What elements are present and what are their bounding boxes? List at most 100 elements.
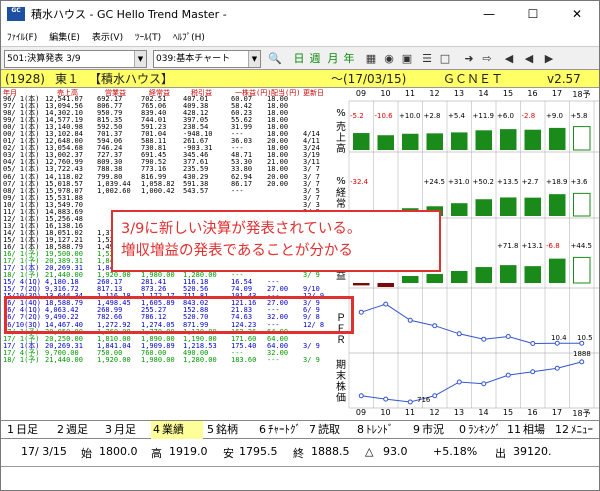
app-icon: GC (7, 7, 25, 21)
tab-0[interactable]: 1 日足 (5, 421, 53, 439)
change-percent: +5.18% (433, 445, 478, 458)
pct-label: +13.1 (521, 242, 543, 250)
close-button[interactable]: ✕ (555, 1, 599, 27)
chart-select[interactable]: 039:基本チャート ▼ (153, 50, 261, 68)
tab-label: 市況 (422, 423, 444, 436)
monthly-icon[interactable]: 月 (325, 51, 341, 67)
sales-axis-label: 売上高 (336, 122, 346, 155)
app-window: GC 積水ハウス - GC Hello Trend Master - — ☐ ✕… (0, 0, 600, 491)
menu-edit[interactable]: 編集(E) (43, 30, 86, 43)
price-point-5 (481, 381, 487, 387)
ordinary-axis-label: 経常 (336, 188, 346, 210)
version-label: v2.57 (547, 72, 581, 86)
tab-label: 業績 (162, 423, 184, 436)
table-cell: --- (231, 186, 244, 195)
callout-line-1: 3/9に新しい決算が発表されている。 (121, 221, 362, 237)
tab-8[interactable]: 9 市況 (411, 421, 455, 439)
tab-label: ﾒﾆｭｰ (571, 423, 593, 436)
globe-icon[interactable]: ◉ (381, 51, 397, 67)
grid-icon[interactable]: ▦ (363, 51, 379, 67)
bar-0-0 (353, 133, 370, 150)
year-label: 17 (551, 408, 563, 417)
low-label: 安 (223, 447, 234, 460)
screen-select[interactable]: 501:決算発表 3/9 ▼ (4, 50, 147, 68)
year-label: 09 (355, 408, 367, 417)
year-label: 13 (453, 408, 465, 417)
status-bar: 17/ 3/15 始 1800.0 高 1919.0 安 1795.5 終 18… (1, 439, 599, 467)
tab-label: ﾄﾚﾝﾄﾞ (366, 423, 394, 436)
pct-label: +71.8 (497, 242, 519, 250)
pct-label: +9.0 (546, 112, 563, 120)
year-footer: 09 10 11 12 13 14 15 16 17 18予 (333, 408, 599, 420)
bar-0-3 (426, 133, 443, 150)
box-icon[interactable]: □ (437, 51, 453, 67)
menu-file[interactable]: ﾌｧｲﾙ(F) (1, 30, 43, 43)
daily-icon[interactable]: 日 (291, 51, 307, 67)
tab-4[interactable]: 5 銘柄 (205, 421, 255, 439)
table-cell: 3/ 9 (303, 355, 320, 364)
low-value: 1795.5 (239, 445, 278, 458)
bar-2-7 (524, 266, 541, 283)
tab-3[interactable]: 4 業績 (151, 421, 203, 439)
forward-icon[interactable]: ⇨ (479, 51, 495, 67)
bar-0-4 (451, 132, 468, 150)
search-icon[interactable]: 🔍 (267, 51, 283, 67)
tab-7[interactable]: 8 ﾄﾚﾝﾄﾞ (355, 421, 409, 439)
monitor-icon[interactable]: ▣ (399, 51, 415, 67)
minimize-button[interactable]: — (467, 1, 511, 27)
tab-11[interactable]: 12 ﾒﾆｭｰ (553, 421, 597, 439)
menu-tools[interactable]: ﾂｰﾙ(T) (129, 30, 167, 43)
tab-10[interactable]: 11相場概況 (505, 421, 551, 454)
bar-2-2 (402, 276, 419, 283)
status-date: 17/ 3/15 (21, 445, 67, 458)
pct-label: +5.4 (448, 112, 465, 120)
menu-help[interactable]: ﾍﾙﾌﾟ(H) (167, 30, 211, 43)
year-label: 16 (527, 408, 538, 417)
per-point-3 (432, 323, 438, 329)
weekly-icon[interactable]: 週 (307, 51, 323, 67)
bar-0-7 (524, 129, 541, 150)
menu-view[interactable]: 表示(V) (86, 30, 129, 43)
tab-number: 4 (153, 423, 160, 436)
tab-label: 週足 (66, 423, 88, 436)
pct-label: +5.8 (570, 112, 588, 120)
chevron-down-icon: ▼ (248, 51, 260, 67)
yearly-icon[interactable]: 年 (341, 51, 357, 67)
high-value: 1919.0 (169, 445, 208, 458)
bar-2-0 (353, 283, 370, 286)
list-icon[interactable]: ☰ (419, 51, 435, 67)
bar-0-9 (573, 126, 591, 151)
left-icon[interactable]: ◀ (501, 51, 517, 67)
tab-number: 0 (459, 423, 466, 436)
tab-1[interactable]: 2 週足 (55, 421, 101, 439)
tab-2[interactable]: 3 月足 (103, 421, 149, 439)
bar-0-8 (549, 127, 566, 150)
tab-5[interactable]: 6ﾁｬｰﾄｸﾞﾗﾌ (257, 421, 305, 454)
maximize-button[interactable]: ☐ (511, 1, 555, 27)
table-cell: 1,980.00 (141, 355, 175, 364)
pct-label: +24.5 (423, 178, 445, 186)
tab-label: ﾗﾝｷﾝｸﾞ (468, 423, 501, 436)
high-label: 高 (151, 447, 162, 460)
title-bar: GC 積水ハウス - GC Hello Trend Master - — ☐ ✕ (1, 1, 599, 27)
table-cell: 3/ 9 (303, 271, 320, 280)
table-cell: 1,002.60 (97, 186, 131, 195)
price-high-label: 1888 (573, 350, 591, 358)
year-label: 10 (380, 408, 391, 417)
tab-label: 日足 (16, 423, 38, 436)
arrow-icon[interactable]: ➜ (461, 51, 477, 67)
tab-6[interactable]: 7 読取 (307, 421, 353, 439)
per-point-0 (358, 309, 364, 315)
right-icon[interactable]: ◀ (521, 51, 537, 67)
price-axis-label: 期末株価 (336, 360, 346, 404)
window-title: 積水ハウス - GC Hello Trend Master - (31, 8, 227, 21)
window-bottom (1, 467, 599, 490)
tab-9[interactable]: 0 ﾗﾝｷﾝｸﾞ (457, 421, 503, 439)
table-cell: 21,440.00 (45, 355, 83, 364)
table-row[interactable]: 18/ 1(予) 21,440.00 1,920.00 1,980.00 1,280.0… (1, 355, 333, 364)
chevron-down-icon: ▼ (134, 51, 146, 67)
pct-label: -6.8 (546, 242, 560, 250)
price-point-9 (579, 359, 585, 365)
pct-label: +44.5 (570, 242, 592, 250)
prev-icon[interactable]: ▶ (541, 51, 557, 67)
